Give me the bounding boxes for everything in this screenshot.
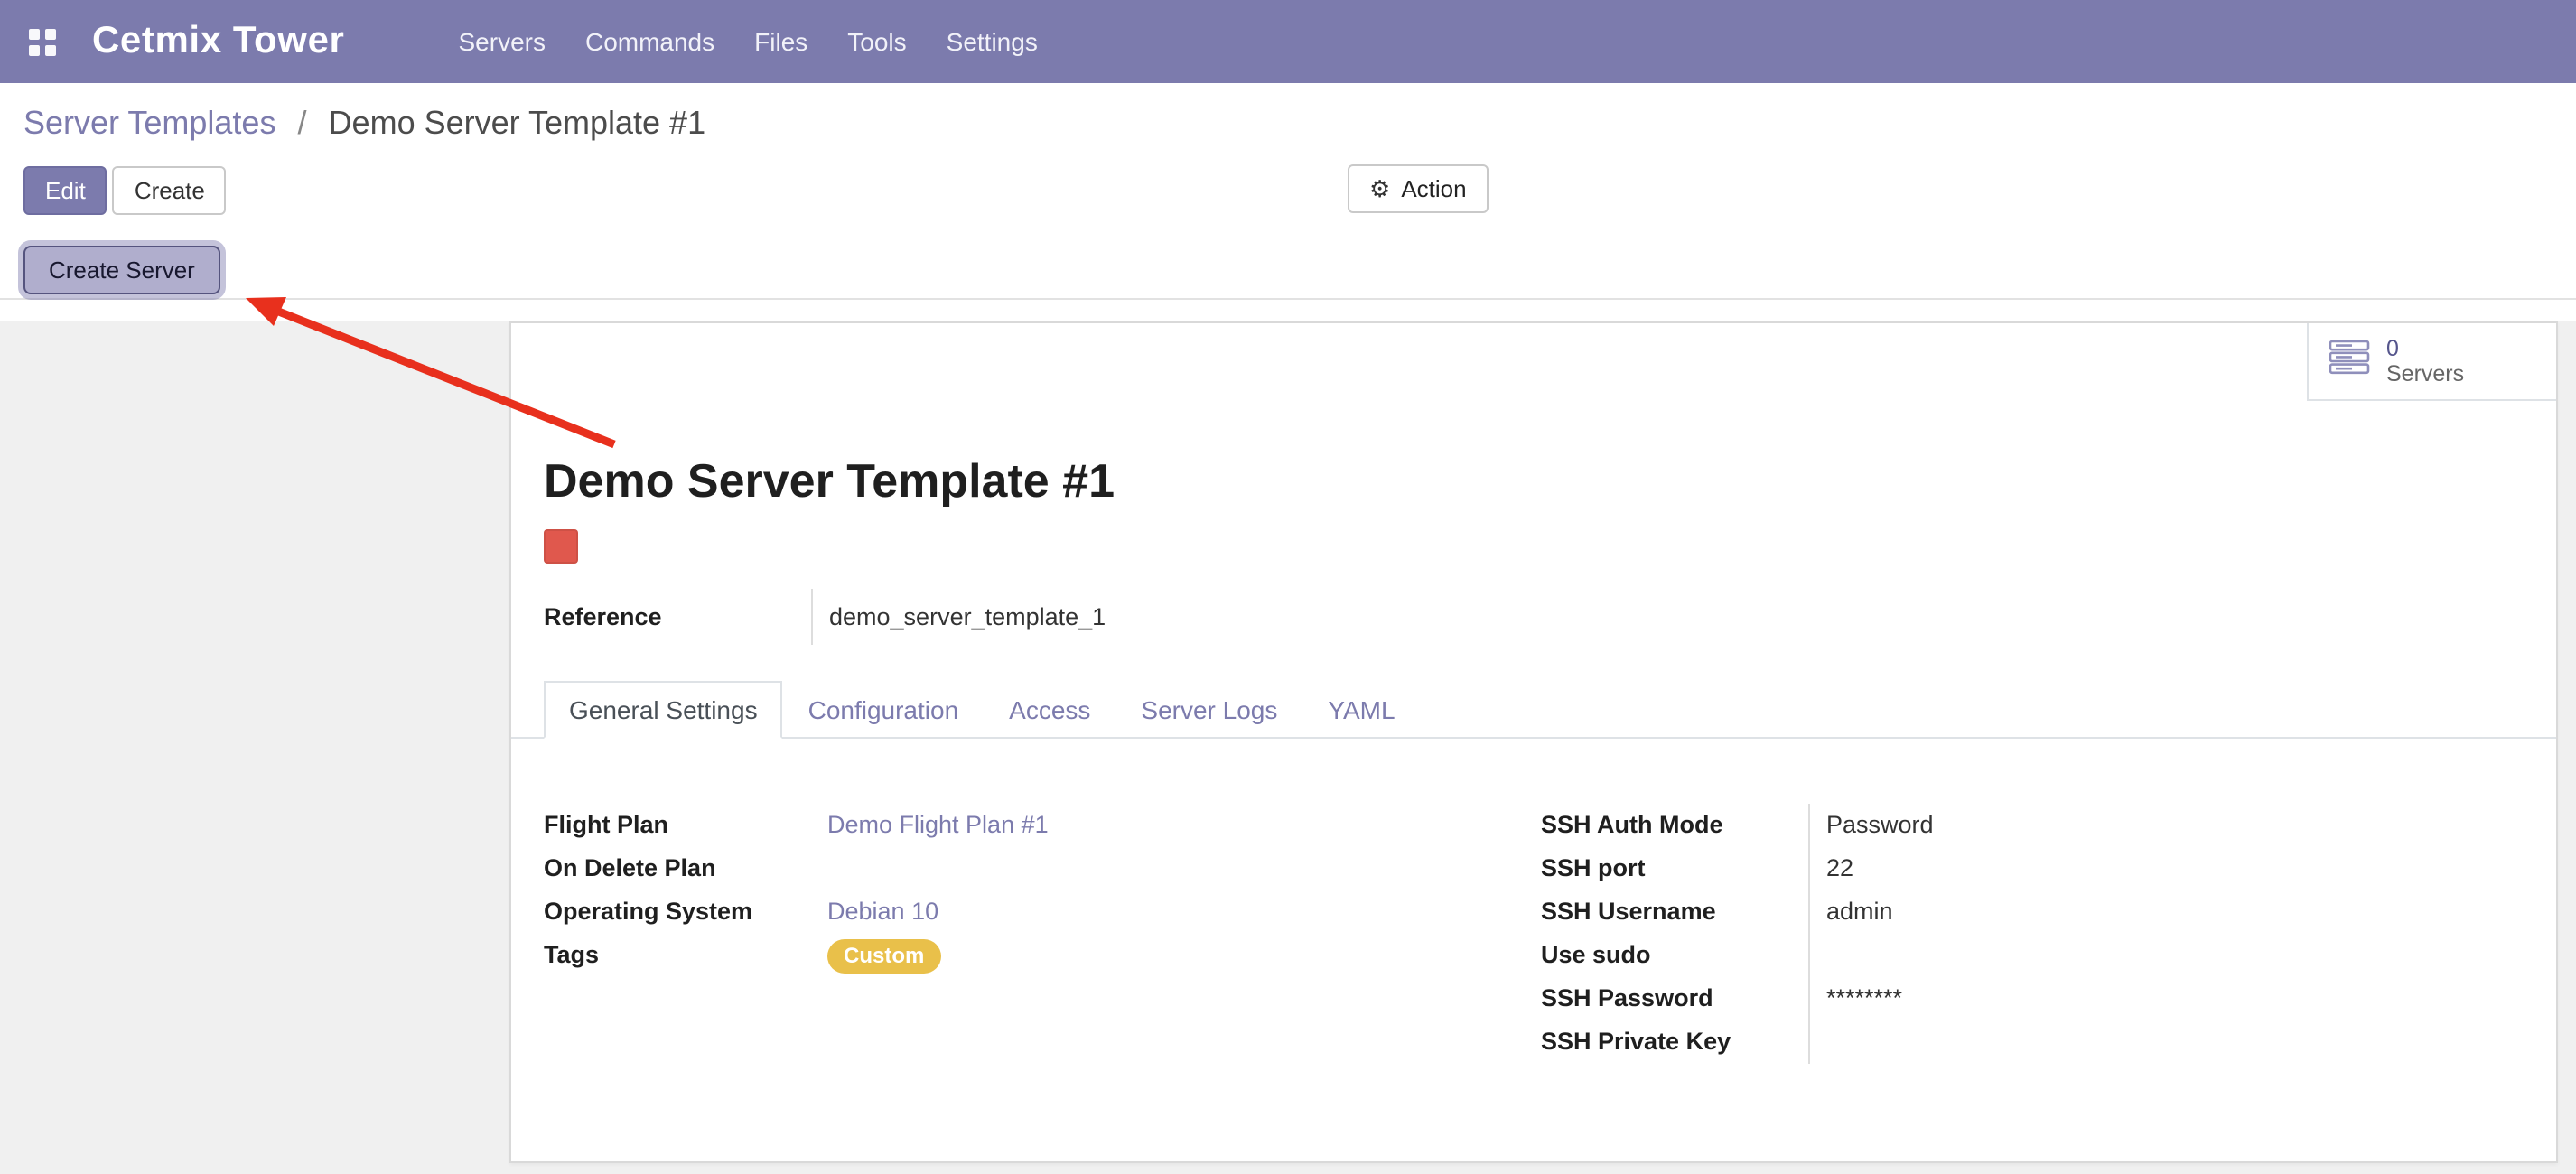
operating-system-link[interactable]: Debian 10 (827, 898, 938, 925)
apps-grid-icon[interactable] (27, 26, 58, 57)
reference-value: demo_server_template_1 (811, 589, 1106, 645)
tab-server-logs[interactable]: Server Logs (1115, 681, 1302, 739)
tags-label: Tags (544, 934, 811, 979)
create-server-button[interactable]: Create Server (23, 246, 220, 294)
brand-title[interactable]: Cetmix Tower (92, 20, 345, 63)
ssh-password-label: SSH Password (1541, 977, 1808, 1020)
ssh-username-value: admin (1808, 890, 2524, 934)
menu-item-settings[interactable]: Settings (927, 0, 1058, 83)
flight-plan-link[interactable]: Demo Flight Plan #1 (827, 811, 1049, 838)
field-row-tags: Tags Custom (544, 934, 1541, 979)
tab-access[interactable]: Access (984, 681, 1115, 739)
ssh-username-label: SSH Username (1541, 890, 1808, 934)
notebook-tabs: General Settings Configuration Access Se… (511, 681, 2556, 739)
menu-item-files[interactable]: Files (734, 0, 827, 83)
field-row-operating-system: Operating System Debian 10 (544, 890, 1541, 934)
tab-configuration[interactable]: Configuration (783, 681, 985, 739)
breadcrumb-parent-link[interactable]: Server Templates (23, 105, 275, 141)
ssh-private-key-label: SSH Private Key (1541, 1020, 1808, 1064)
form-sheet: 0 Servers Demo Server Template #1 Refere… (509, 321, 2558, 1163)
breadcrumb-separator: / (298, 105, 307, 141)
main-menu: Servers Commands Files Tools Settings (439, 0, 1058, 83)
ssh-private-key-value (1808, 1020, 2524, 1064)
breadcrumb-current: Demo Server Template #1 (329, 105, 706, 141)
reference-label: Reference (544, 589, 811, 645)
tab-general-settings[interactable]: General Settings (544, 681, 783, 739)
record-title: Demo Server Template #1 (544, 455, 2524, 506)
on-delete-plan-label: On Delete Plan (544, 847, 811, 890)
field-row-ssh-private-key: SSH Private Key (1541, 1020, 2524, 1064)
action-button-label: Action (1401, 173, 1466, 204)
servers-stat-text: 0 Servers (2386, 336, 2464, 387)
servers-stat-icon (2329, 339, 2370, 384)
servers-count-label: Servers (2386, 361, 2464, 387)
gear-icon: ⚙ (1369, 177, 1390, 200)
menu-item-servers[interactable]: Servers (439, 0, 565, 83)
general-group-left: Flight Plan Demo Flight Plan #1 On Delet… (544, 804, 1541, 1064)
field-row-on-delete-plan: On Delete Plan (544, 847, 1541, 890)
field-row-ssh-port: SSH port 22 (1541, 847, 2524, 890)
tab-yaml[interactable]: YAML (1302, 681, 1420, 739)
create-server-row: Create Server (23, 246, 2576, 294)
breadcrumb: Server Templates / Demo Server Template … (23, 99, 2576, 148)
field-row-ssh-auth-mode: SSH Auth Mode Password (1541, 804, 2524, 847)
reference-row: Reference demo_server_template_1 (544, 589, 2524, 645)
use-sudo-label: Use sudo (1541, 934, 1808, 977)
ssh-auth-mode-label: SSH Auth Mode (1541, 804, 1808, 847)
menu-item-tools[interactable]: Tools (827, 0, 926, 83)
servers-count: 0 (2386, 336, 2464, 361)
on-delete-plan-value (811, 847, 1541, 890)
servers-stat-button[interactable]: 0 Servers (2307, 323, 2556, 401)
ssh-auth-mode-value: Password (1808, 804, 2524, 847)
sheet-inner: Demo Server Template #1 Reference demo_s… (511, 323, 2556, 1064)
color-swatch[interactable] (544, 529, 578, 564)
create-button[interactable]: Create (113, 166, 227, 215)
use-sudo-value (1808, 934, 2524, 977)
flight-plan-label: Flight Plan (544, 804, 811, 847)
field-groups: Flight Plan Demo Flight Plan #1 On Delet… (544, 804, 2524, 1064)
top-navbar: Cetmix Tower Servers Commands Files Tool… (0, 0, 2576, 83)
tag-badge[interactable]: Custom (827, 939, 940, 974)
ssh-password-value: ******** (1808, 977, 2524, 1020)
operating-system-label: Operating System (544, 890, 811, 934)
control-panel: Server Templates / Demo Server Template … (0, 83, 2576, 300)
menu-item-commands[interactable]: Commands (565, 0, 734, 83)
field-row-flight-plan: Flight Plan Demo Flight Plan #1 (544, 804, 1541, 847)
button-row: Edit Create (23, 166, 2576, 215)
content-area: 0 Servers Demo Server Template #1 Refere… (0, 321, 2576, 1174)
field-row-use-sudo: Use sudo (1541, 934, 2524, 977)
action-button[interactable]: ⚙ Action (1348, 164, 1489, 213)
general-group-right: SSH Auth Mode Password SSH port 22 SSH U… (1541, 804, 2524, 1064)
ssh-port-value: 22 (1808, 847, 2524, 890)
field-row-ssh-username: SSH Username admin (1541, 890, 2524, 934)
app-window: Cetmix Tower Servers Commands Files Tool… (0, 0, 2576, 1174)
edit-button[interactable]: Edit (23, 166, 107, 215)
field-row-ssh-password: SSH Password ******** (1541, 977, 2524, 1020)
ssh-port-label: SSH port (1541, 847, 1808, 890)
